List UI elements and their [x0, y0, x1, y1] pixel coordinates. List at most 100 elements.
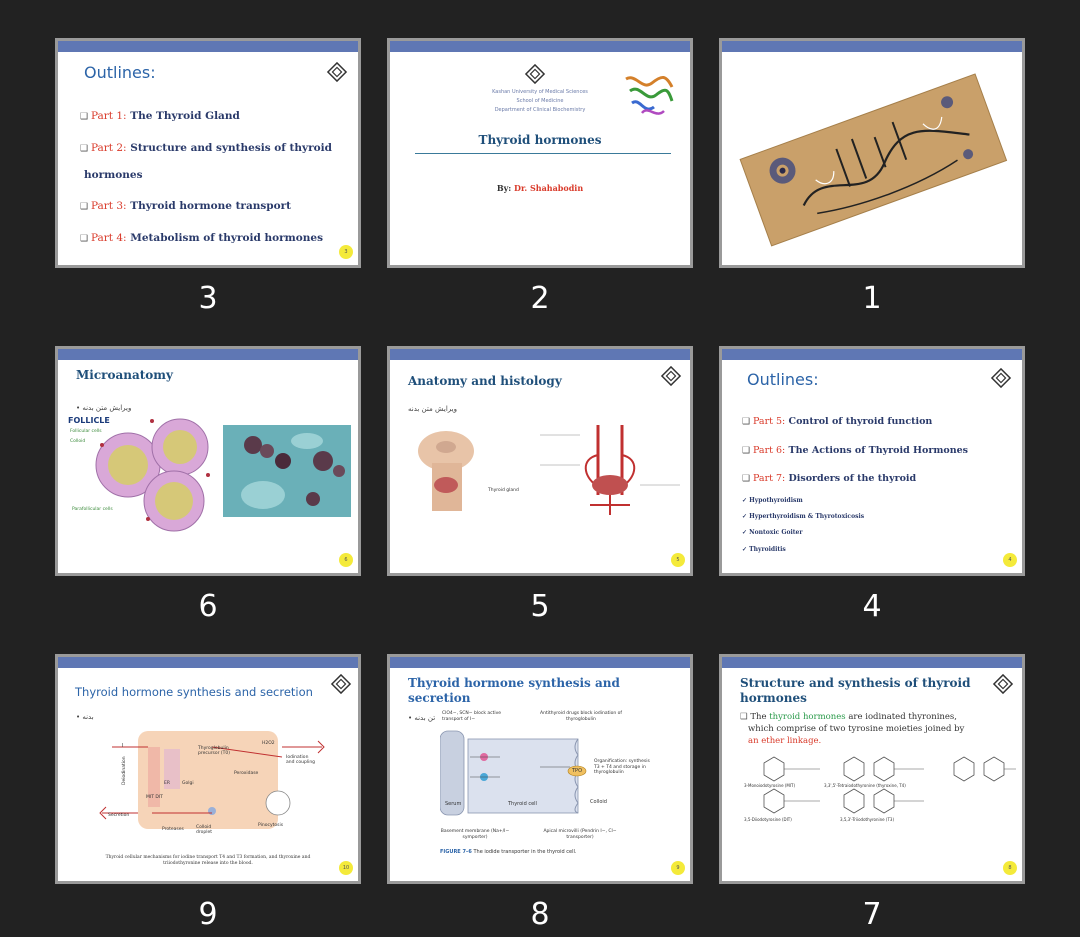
label-proteases: Proteases	[162, 827, 184, 832]
slide-8-canvas[interactable]: Thyroid hormone synthesis and secretion …	[387, 654, 693, 884]
sub-item: ✓ Thyroiditis	[742, 546, 786, 553]
title-underline	[415, 153, 671, 154]
logo-icon	[330, 673, 352, 695]
outline-item: ❑ Part 2: Structure and synthesis of thy…	[80, 142, 332, 154]
slide-title: Thyroid hormones	[478, 133, 602, 147]
slide-number: 2	[530, 281, 550, 316]
logo-icon	[992, 673, 1014, 695]
label-secretion: Secretion	[108, 813, 130, 818]
sub-item: ✓ Hypothyroidism	[742, 497, 803, 504]
label-thyroglobulin: Thyroglobulin precursor (T0)	[198, 746, 231, 756]
slide-number: 3	[198, 281, 218, 316]
slide-thumbnail-2[interactable]: Kashan University of Medical Sciences Sc…	[387, 38, 693, 316]
department-name: Department of Clinical Biochemistry	[494, 107, 586, 113]
logo-icon	[990, 367, 1012, 389]
slide-4-canvas[interactable]: Outlines: ❑ Part 5: Control of thyroid f…	[719, 346, 1025, 576]
page-badge: 8	[1003, 861, 1017, 875]
body-line-1: ❑ The thyroid hormones are iodinated thy…	[740, 712, 957, 722]
slide-number: 6	[198, 589, 218, 624]
slide-thumbnail-6[interactable]: Microanatomy • ویرایش متن بدنه FOLLICLE …	[55, 346, 361, 624]
slide-title: Thyroid hormone synthesis and secretion	[408, 676, 620, 705]
page-badge: 10	[339, 861, 353, 875]
synthesis-diagram	[99, 731, 325, 829]
label-colloid: Colloid	[590, 799, 607, 805]
figure-caption: FIGURE 7–6 The iodide transporter in the…	[440, 849, 577, 855]
figure-caption: Thyroid cellular mechanisms for iodine t…	[105, 855, 311, 866]
slide-thumbnail-4[interactable]: Outlines: ❑ Part 5: Control of thyroid f…	[719, 346, 1025, 624]
slide-header-bar	[722, 41, 1022, 52]
slide-6-canvas[interactable]: Microanatomy • ویرایش متن بدنه FOLLICLE …	[55, 346, 361, 576]
slide-1-canvas[interactable]	[719, 38, 1025, 268]
label-iodination: Iodination and coupling	[286, 755, 316, 765]
label-colloid-droplet: Colloid droplet	[196, 825, 213, 835]
slide-thumbnail-8[interactable]: Thyroid hormone synthesis and secretion …	[387, 654, 693, 932]
sub-item: ✓ Hyperthyroidism & Thyrotoxicosis	[742, 513, 865, 520]
slide-thumbnail-7[interactable]: Structure and synthesis of thyroid hormo…	[719, 654, 1025, 932]
logo-icon	[524, 63, 546, 85]
slide-5-canvas[interactable]: Anatomy and histology ویرایش متن بدنه Th…	[387, 346, 693, 576]
label-tpo: TPO	[572, 768, 583, 774]
follicle-illustration	[95, 418, 210, 532]
university-name: Kashan University of Medical Sciences	[492, 89, 588, 95]
outline-item: ❑ Part 1: The Thyroid Gland	[80, 110, 240, 122]
label-iodide: I	[122, 743, 124, 749]
label-serum: Serum	[445, 801, 462, 807]
label-organification: Organification: synthesis T3 + T4 and st…	[594, 759, 650, 775]
histology-micrograph	[223, 425, 351, 517]
slide-2-canvas[interactable]: Kashan University of Medical Sciences Sc…	[387, 38, 693, 268]
slide-3-canvas[interactable]: Outlines: ❑ Part 1: The Thyroid Gland ❑ …	[55, 38, 361, 268]
label-golgi: Golgi	[182, 781, 194, 786]
outline-item: ❑ Part 5: Control of thyroid function	[742, 416, 933, 427]
compound-label-t3: 3,5,3'-Triiodothyronine (T3)	[840, 817, 895, 822]
body-line-2: which comprise of two tyrosine moieties …	[748, 724, 965, 734]
outline-item: ❑ Part 3: Thyroid hormone transport	[80, 200, 292, 212]
slide-7-canvas[interactable]: Structure and synthesis of thyroid hormo…	[719, 654, 1025, 884]
vascular-diagram	[540, 425, 680, 515]
slide-header-bar	[58, 349, 358, 360]
protein-structure-image	[625, 76, 674, 115]
slide-number: 4	[862, 589, 882, 624]
label-peroxidase: Peroxidase	[234, 771, 259, 776]
slide-number: 1	[862, 281, 882, 316]
molecular-structures-diagram	[763, 756, 1016, 814]
calligraphy-image	[739, 73, 1008, 247]
placeholder-edit-note: • ویرایش متن بدنه	[76, 404, 132, 412]
outline-item: ❑ Part 7: Disorders of the thyroid	[742, 473, 917, 484]
slide-number: 8	[530, 897, 550, 932]
logo-icon	[660, 365, 682, 387]
slide-number: 5	[530, 589, 550, 624]
compound-label-mit: 3-Monoiodotyrosine (MIT)	[744, 783, 796, 788]
label-block-2: Antithyroid drugs block iodination of th…	[540, 711, 622, 722]
placeholder-edit-note: ویرایش متن بدنه	[408, 405, 457, 413]
slide-title: Outlines:	[747, 370, 819, 389]
slide-title: Thyroid hormone synthesis and secretion	[75, 685, 313, 699]
slide-thumbnail-5[interactable]: Anatomy and histology ویرایش متن بدنه Th…	[387, 346, 693, 624]
label-thyroid-cell: Thyroid cell	[508, 801, 537, 807]
slide-header-bar	[390, 349, 690, 360]
slide-thumbnail-1[interactable]: 1	[719, 38, 1025, 316]
slide-number: 7	[862, 897, 882, 932]
slide-header-bar	[58, 41, 358, 52]
author-line: By: Dr. Shahabodin	[496, 183, 584, 193]
label-apical-microvilli: Apical microvilli (Pendrin I−, Cl− trans…	[543, 829, 617, 840]
compound-label-t4: 3,3',5'-Tetraiodothyronine (thyroxine, T…	[824, 783, 906, 788]
outline-item: ❑ Part 6: The Actions of Thyroid Hormone…	[742, 445, 969, 456]
slide-title: Microanatomy	[76, 368, 173, 382]
label-basement-membrane: Basement membrane (Na+/I− symporter)	[440, 829, 510, 840]
label-h2o2: H2O2	[262, 741, 275, 746]
slide-thumbnail-9[interactable]: Thyroid hormone synthesis and secretion …	[55, 654, 361, 932]
iodide-transporter-diagram	[440, 730, 587, 816]
label-colloid: Colloid	[70, 439, 86, 444]
label-er: ER	[164, 781, 170, 786]
slide-9-canvas[interactable]: Thyroid hormone synthesis and secretion …	[55, 654, 361, 884]
label-pinocytosis: Pinocytosis	[258, 823, 284, 828]
label-block-1: ClO4−, SCN− block active transport of I−	[442, 711, 502, 722]
label-deiodination: Deiodination	[122, 756, 127, 785]
label-mit-dit: MIT DIT	[146, 795, 163, 800]
slide-title: Anatomy and histology	[408, 374, 562, 388]
slide-title: Outlines:	[84, 63, 156, 82]
slide-title: Structure and synthesis of thyroid hormo…	[740, 676, 971, 705]
page-badge: 4	[1003, 553, 1017, 567]
slide-thumbnail-3[interactable]: Outlines: ❑ Part 1: The Thyroid Gland ❑ …	[55, 38, 361, 316]
school-name: School of Medicine	[516, 98, 564, 104]
